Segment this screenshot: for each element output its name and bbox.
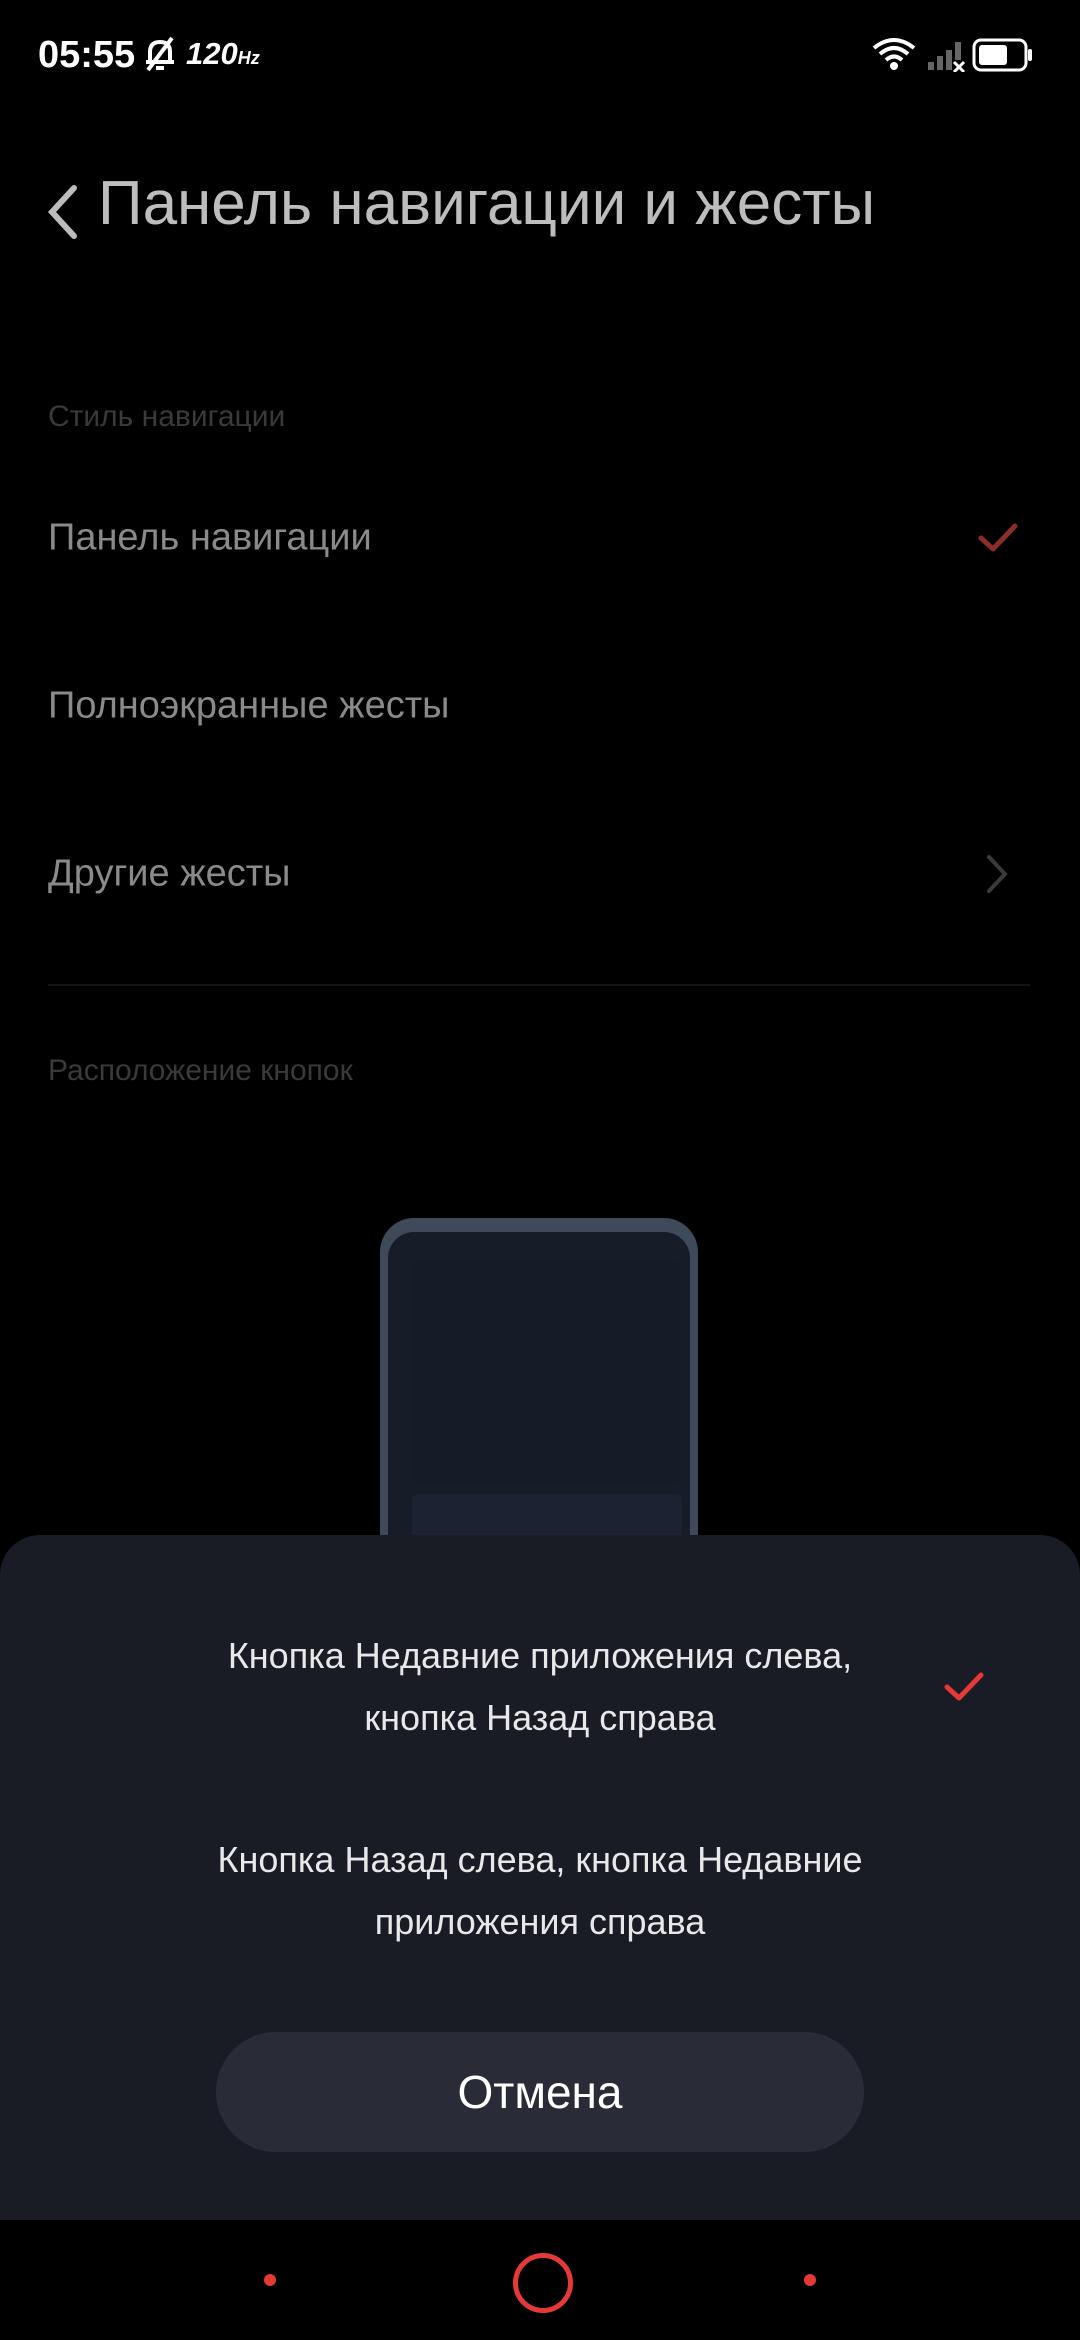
- option-navigation-panel[interactable]: Панель навигации: [0, 458, 1080, 618]
- page-title: Панель навигации и жесты: [98, 169, 876, 238]
- back-arrow-icon[interactable]: [44, 182, 80, 242]
- sheet-option-back-left[interactable]: Кнопка Назад слева, кнопка Недавние прил…: [0, 1829, 1080, 1953]
- wifi-icon: [872, 38, 916, 70]
- section-label-nav-style: Стиль навигации: [48, 400, 286, 433]
- system-nav-bar: [0, 2220, 1080, 2340]
- refresh-rate-indicator: 120Hz: [186, 36, 260, 72]
- option-other-gestures[interactable]: Другие жесты: [0, 794, 1080, 954]
- bell-off-icon: [146, 36, 174, 72]
- recent-dot-icon[interactable]: [264, 2274, 276, 2286]
- signal-icon: [928, 42, 966, 72]
- sheet-option-line2: приложения справа: [374, 1901, 706, 1942]
- cancel-button[interactable]: Отмена: [216, 2032, 864, 2152]
- section-label-buttons-layout: Расположение кнопок: [48, 1054, 353, 1087]
- checkmark-icon: [944, 1672, 984, 1701]
- phone-illustration: [380, 1218, 698, 1584]
- phone-screen: [412, 1260, 682, 1484]
- divider: [48, 984, 1030, 986]
- sheet-option-line1: Кнопка Назад слева, кнопка Недавние: [217, 1839, 863, 1880]
- phone-frame: [388, 1232, 690, 1584]
- back-dot-icon[interactable]: [804, 2274, 816, 2286]
- chevron-right-icon: [987, 855, 1008, 893]
- sheet-option-line2: кнопка Назад справа: [364, 1697, 716, 1738]
- battery-icon: [972, 38, 1032, 72]
- option-fullscreen-gestures[interactable]: Полноэкранные жесты: [0, 626, 1080, 786]
- checkmark-icon: [978, 523, 1018, 552]
- option-label: Другие жесты: [48, 852, 291, 895]
- refresh-rate-unit: Hz: [237, 48, 260, 68]
- home-circle-icon[interactable]: [513, 2253, 573, 2313]
- option-label: Панель навигации: [48, 516, 372, 559]
- status-time: 05:55: [38, 34, 136, 76]
- button-layout-sheet: Кнопка Недавние приложения слева, кнопка…: [0, 1535, 1080, 2220]
- status-bar: 05:55 120Hz: [0, 0, 1080, 110]
- refresh-rate-value: 120: [186, 36, 238, 71]
- option-label: Полноэкранные жесты: [48, 684, 450, 727]
- sheet-option-recents-left[interactable]: Кнопка Недавние приложения слева, кнопка…: [0, 1625, 1080, 1749]
- sheet-option-line1: Кнопка Недавние приложения слева,: [227, 1635, 853, 1676]
